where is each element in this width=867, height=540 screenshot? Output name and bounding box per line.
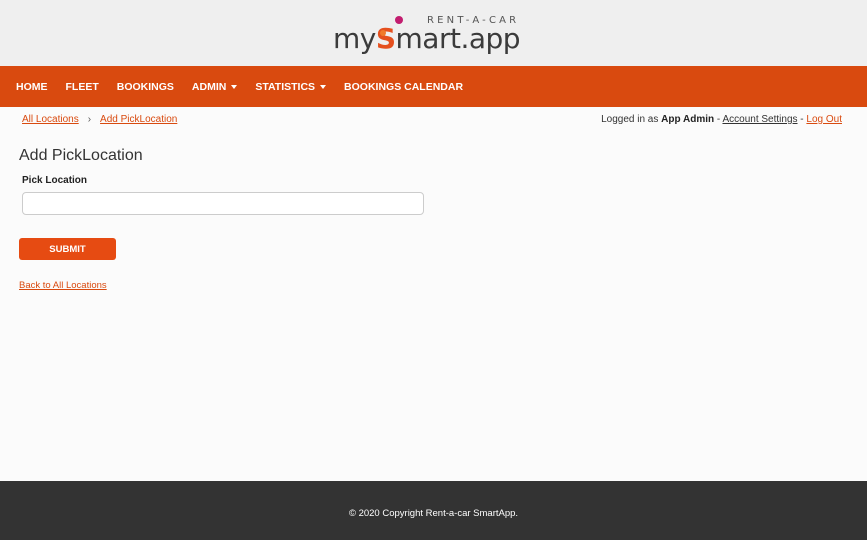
logo-wordmark: mySmart.app <box>333 22 521 55</box>
breadcrumb-all-locations[interactable]: All Locations <box>22 114 79 125</box>
logo-dot-icon <box>380 30 386 36</box>
pick-location-input[interactable] <box>22 192 424 215</box>
caret-down-icon <box>231 84 238 89</box>
logo[interactable]: RENT-A-CAR mySmart.app <box>333 12 523 56</box>
nav-bookings[interactable]: BOOKINGS <box>117 81 174 93</box>
nav-home[interactable]: HOME <box>16 81 48 93</box>
user-name: App Admin <box>661 114 715 125</box>
nav-admin-dropdown[interactable]: ADMIN <box>191 80 238 93</box>
logo-dot-icon <box>395 16 403 24</box>
nav-bookings-calendar[interactable]: BOOKINGS CALENDAR <box>344 81 463 93</box>
nav-statistics-dropdown[interactable]: STATISTICS <box>255 80 327 93</box>
logged-in-prefix: Logged in as <box>601 114 662 125</box>
pick-location-label: Pick Location <box>22 175 88 186</box>
footer: © 2020 Copyright Rent-a-car SmartApp. <box>0 481 867 540</box>
nav-bookings-label: BOOKINGS <box>116 80 174 93</box>
page-title: Add PickLocation <box>19 147 143 164</box>
nav-statistics-label: STATISTICS <box>255 80 316 93</box>
logout-link[interactable]: Log Out <box>806 114 842 125</box>
submit-button[interactable]: SUBMIT <box>19 238 116 260</box>
breadcrumb-separator: › <box>87 114 92 125</box>
subheader: All Locations › Add PickLocation Logged … <box>0 107 867 132</box>
nav-bookings-calendar-label: BOOKINGS CALENDAR <box>344 80 464 93</box>
nav-fleet[interactable]: FLEET <box>66 81 99 93</box>
account-settings-link[interactable]: Account Settings <box>722 114 797 125</box>
nav-home-label: HOME <box>16 80 48 93</box>
caret-down-icon <box>320 84 327 89</box>
nav-fleet-label: FLEET <box>65 80 99 93</box>
breadcrumb-add-picklocation[interactable]: Add PickLocation <box>100 114 177 125</box>
copyright-text: © 2020 Copyright Rent-a-car SmartApp. <box>348 508 519 519</box>
nav-admin-label: ADMIN <box>191 80 227 93</box>
header: RENT-A-CAR mySmart.app <box>0 0 867 66</box>
user-info: Logged in as App Admin - Account Setting… <box>601 114 842 125</box>
main-content: Add PickLocation Pick Location SUBMIT Ba… <box>0 147 867 293</box>
breadcrumb: All Locations › Add PickLocation <box>22 114 177 125</box>
main-nav: HOME FLEET BOOKINGS ADMIN STATISTICS BOO… <box>0 66 867 107</box>
back-to-all-locations-link[interactable]: Back to All Locations <box>19 280 107 291</box>
